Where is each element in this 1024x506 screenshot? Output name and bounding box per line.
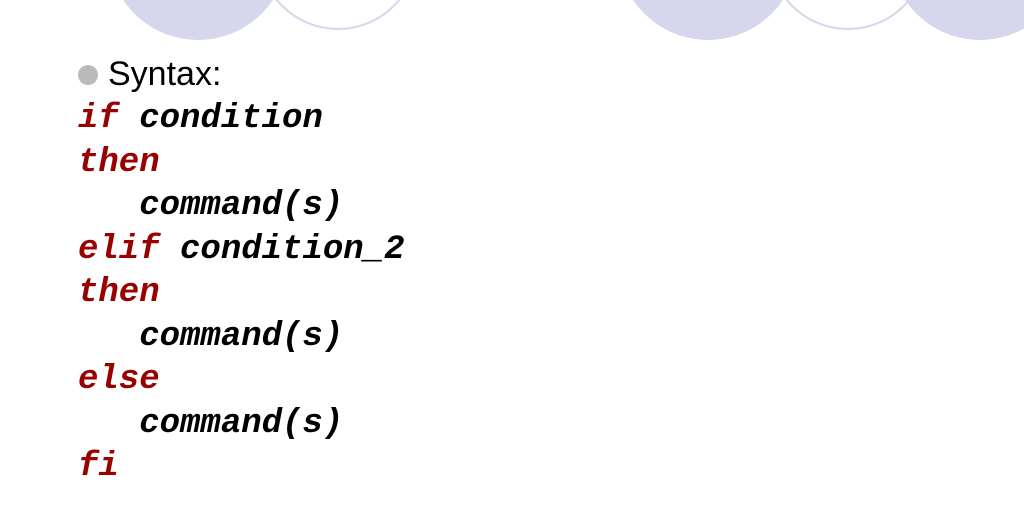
- slide-content: Syntax: if condition then command(s) eli…: [78, 55, 404, 490]
- code-line: if condition: [78, 98, 404, 142]
- code-line: command(s): [78, 403, 404, 447]
- decorative-circle: [890, 0, 1024, 40]
- code-line: then: [78, 142, 404, 186]
- code-line: fi: [78, 446, 404, 490]
- decorative-circle: [768, 0, 928, 30]
- decorative-circle: [618, 0, 798, 40]
- decorative-circle: [258, 0, 418, 30]
- decorative-circle: [108, 0, 288, 40]
- code-line: elif condition_2: [78, 229, 404, 273]
- code-block: if condition then command(s) elif condit…: [78, 98, 404, 490]
- syntax-label: Syntax:: [108, 55, 221, 94]
- code-line: else: [78, 359, 404, 403]
- code-line: command(s): [78, 316, 404, 360]
- bullet-icon: [78, 65, 98, 85]
- code-line: then: [78, 272, 404, 316]
- bullet-item: Syntax:: [78, 55, 404, 94]
- code-line: command(s): [78, 185, 404, 229]
